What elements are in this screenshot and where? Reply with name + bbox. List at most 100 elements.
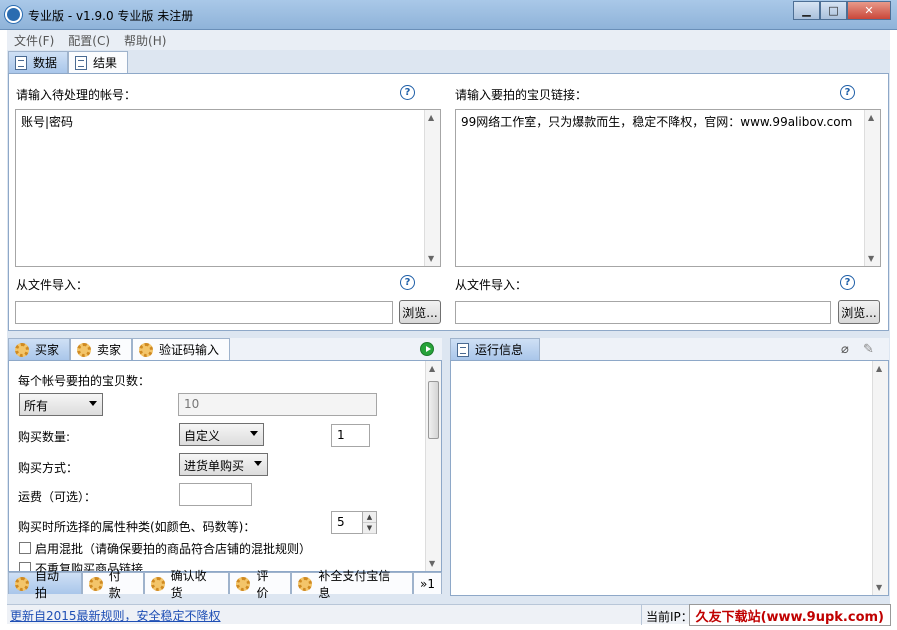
menu-config[interactable]: 配置(C): [68, 32, 110, 49]
scroll-up-icon[interactable]: ▲: [868, 113, 874, 122]
document-icon: [75, 55, 88, 70]
scrollbar[interactable]: ▲ ▼: [425, 361, 441, 571]
scrollbar[interactable]: ▲ ▼: [872, 361, 888, 595]
update-link[interactable]: 更新自2015最新规则，安全稳定不降权: [10, 607, 221, 624]
qty-input[interactable]: 1: [331, 424, 370, 447]
gear-icon: [88, 576, 103, 591]
accounts-import-label: 从文件导入：: [16, 278, 89, 292]
tab-buyer-label: 买家: [35, 343, 60, 357]
tab-confirm[interactable]: 确认收货: [143, 569, 230, 600]
shipping-label: 运费（可选）：: [18, 490, 97, 504]
tab-captcha-label: 验证码输入: [159, 343, 220, 357]
qty-select[interactable]: 自定义: [179, 423, 264, 446]
links-label: 请输入要拍的宝贝链接：: [455, 88, 588, 102]
role-tabstrip: 买家 卖家 验证码输入: [8, 338, 442, 360]
log-tabstrip: 运行信息: [450, 338, 889, 360]
accounts-textarea[interactable]: 账号|密码 ▲ ▼: [15, 109, 441, 267]
monitor-icon: [457, 342, 469, 357]
help-icon[interactable]: ?: [840, 275, 855, 290]
tab-buyer[interactable]: 买家: [8, 338, 71, 360]
stepper-buttons[interactable]: ▲ ▼: [362, 512, 376, 534]
nodup-checkbox[interactable]: [19, 562, 31, 571]
items-count-value: 10: [184, 397, 200, 411]
accounts-file-input[interactable]: [15, 301, 393, 324]
gear-icon: [15, 342, 29, 357]
attr-stepper[interactable]: 5 ▲ ▼: [331, 511, 377, 534]
scroll-up-icon[interactable]: ▲: [876, 364, 882, 373]
minimize-button[interactable]: ▁: [793, 1, 820, 20]
log-panel: ▲ ▼: [450, 360, 889, 596]
qty-select-value: 自定义: [184, 429, 221, 443]
tab-alipay[interactable]: 补全支付宝信息: [291, 569, 414, 600]
menu-file[interactable]: 文件(F): [14, 32, 54, 49]
gear-icon: [139, 342, 154, 357]
items-count-input[interactable]: 10: [178, 393, 377, 416]
tab-seller[interactable]: 卖家: [70, 338, 133, 360]
scroll-down-icon[interactable]: ▼: [428, 254, 434, 263]
tab-overflow[interactable]: »1: [413, 572, 443, 594]
links-import-label: 从文件导入：: [455, 278, 528, 292]
tab-auto-buy[interactable]: 自动拍: [8, 569, 82, 600]
tab-rate-label: 评价: [256, 568, 269, 600]
help-icon[interactable]: ?: [840, 85, 855, 100]
batch-label: 启用混批（请确保要拍的商品符合店铺的混批规则）: [35, 542, 312, 556]
scroll-down-icon[interactable]: ▼: [868, 254, 874, 263]
tab-rate[interactable]: 评价: [229, 569, 292, 600]
scrollbar[interactable]: ▲ ▼: [864, 110, 880, 266]
attr-value: 5: [337, 515, 345, 529]
tab-log[interactable]: 运行信息: [450, 338, 540, 360]
tab-pay-label: 付款: [108, 568, 121, 600]
links-text: 99网络工作室，只为爆款而生，稳定不降权，官网：www.99alibov.com: [461, 115, 853, 129]
document-icon: [15, 55, 27, 70]
links-textarea[interactable]: 99网络工作室，只为爆款而生，稳定不降权，官网：www.99alibov.com…: [455, 109, 881, 267]
batch-checkbox[interactable]: [19, 542, 31, 554]
qty-label: 购买数量:: [18, 430, 71, 444]
tab-captcha[interactable]: 验证码输入: [132, 338, 231, 360]
method-select[interactable]: 进货单购买: [179, 453, 268, 476]
tab-data[interactable]: 数据: [8, 51, 69, 73]
help-icon[interactable]: ?: [400, 275, 415, 290]
tab-result-label: 结果: [93, 56, 118, 70]
stepper-down-icon[interactable]: ▼: [363, 523, 376, 534]
links-browse-button[interactable]: 浏览...: [838, 300, 880, 324]
app-icon: [5, 6, 22, 23]
attr-label: 购买时所选择的属性种类(如颜色、码数等)：: [18, 520, 256, 534]
tab-pay[interactable]: 付款: [81, 569, 144, 600]
help-icon[interactable]: ?: [400, 85, 415, 100]
scroll-up-icon[interactable]: ▲: [428, 113, 434, 122]
gear-icon: [298, 576, 313, 591]
data-panel: 请输入待处理的帐号： ? 账号|密码 ▲ ▼ 从文件导入： ? 浏览... 请输入…: [8, 73, 889, 331]
close-button[interactable]: ✕: [847, 1, 891, 20]
tab-confirm-label: 确认收货: [170, 568, 207, 600]
chevron-down-icon: [254, 461, 262, 466]
status-divider: [641, 605, 642, 625]
clear-log-icon[interactable]: ⌀: [841, 342, 849, 357]
items-select[interactable]: 所有: [19, 393, 103, 416]
gear-icon: [150, 576, 165, 591]
maximize-button[interactable]: □: [820, 1, 847, 20]
scroll-down-icon[interactable]: ▼: [876, 583, 882, 592]
action-tabstrip: 自动拍 付款 确认收货 评价 补全支付宝信息 »1: [8, 569, 443, 600]
scrollbar[interactable]: ▲ ▼: [424, 110, 440, 266]
scroll-down-icon[interactable]: ▼: [429, 559, 435, 568]
qty-value: 1: [337, 428, 345, 442]
buyer-panel: 每个帐号要拍的宝贝数： 所有 10 购买数量: 自定义 1 购买方式： 进货单购…: [8, 360, 442, 572]
links-file-input[interactable]: [455, 301, 831, 324]
current-ip-label: 当前IP：: [646, 610, 693, 624]
menu-help[interactable]: 帮助(H): [124, 32, 166, 49]
shipping-input[interactable]: [179, 483, 252, 506]
scroll-up-icon[interactable]: ▲: [429, 364, 435, 373]
stepper-up-icon[interactable]: ▲: [363, 512, 376, 523]
chevron-down-icon: [250, 431, 258, 436]
play-icon[interactable]: [420, 342, 434, 356]
accounts-browse-button[interactable]: 浏览...: [399, 300, 441, 324]
eraser-icon[interactable]: ✎: [863, 342, 874, 357]
tab-result[interactable]: 结果: [68, 51, 129, 73]
method-label: 购买方式：: [18, 461, 79, 475]
window-title: 专业版 - v1.9.0 专业版 未注册: [28, 9, 194, 23]
accounts-label: 请输入待处理的帐号：: [16, 88, 137, 102]
tab-auto-buy-label: 自动拍: [34, 568, 59, 600]
title-bar: 专业版 - v1.9.0 专业版 未注册 ▁ □ ✕: [0, 0, 897, 30]
scroll-thumb[interactable]: [428, 381, 439, 439]
chevron-down-icon: [89, 401, 97, 406]
